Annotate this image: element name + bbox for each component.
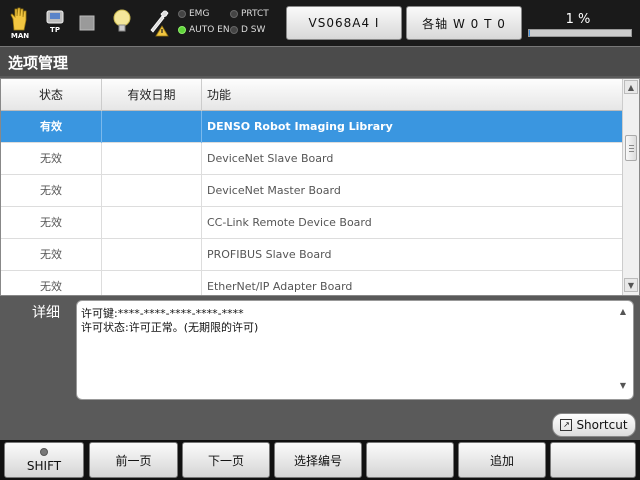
shortcut-button[interactable]: ↗ Shortcut xyxy=(552,413,636,437)
grip-line xyxy=(629,145,634,146)
stop-indicator[interactable] xyxy=(78,14,96,32)
stop-square-icon xyxy=(79,15,95,31)
table-row[interactable]: 无效 DeviceNet Master Board xyxy=(1,175,623,207)
function-cell: PROFIBUS Slave Board xyxy=(201,239,623,271)
table-header: 状态 有效日期 功能 xyxy=(1,79,623,111)
date-cell xyxy=(101,271,201,295)
options-table: 状态 有效日期 功能 有效 DENSO Robot Imaging Librar… xyxy=(0,78,640,296)
table-row[interactable]: 无效 CC-Link Remote Device Board xyxy=(1,207,623,239)
shift-label: SHIFT xyxy=(26,458,62,473)
manual-mode-indicator[interactable]: MAN xyxy=(8,6,32,40)
table-row[interactable]: 无效 EtherNet/IP Adapter Board xyxy=(1,271,623,295)
f3-select-number-button[interactable]: 选择编号 xyxy=(274,442,362,478)
lamp-dot xyxy=(178,26,186,34)
detail-label: 详细 xyxy=(32,305,60,321)
scroll-down-arrow-icon[interactable]: ▼ xyxy=(616,379,630,393)
shortcut-arrow-icon: ↗ xyxy=(560,419,573,431)
scroll-down-arrow-icon[interactable]: ▼ xyxy=(624,278,638,292)
lamp-dot xyxy=(230,26,238,34)
detail-textbox[interactable]: 许可键:****-****-****-****-**** 许可状态:许可正常。(… xyxy=(76,300,634,400)
function-cell: DeviceNet Master Board xyxy=(201,175,623,207)
function-cell: CC-Link Remote Device Board xyxy=(201,207,623,239)
function-cell: DENSO Robot Imaging Library xyxy=(201,111,623,143)
grip-line xyxy=(629,148,634,149)
license-key-line: 许可键:****-****-****-****-**** xyxy=(81,307,244,320)
lamp-indicator[interactable] xyxy=(112,8,132,36)
function-cell: EtherNet/IP Adapter Board xyxy=(201,271,623,295)
scroll-up-arrow-icon[interactable]: ▲ xyxy=(624,80,638,94)
page-title: 选项管理 xyxy=(8,54,69,72)
f6-blank-button[interactable] xyxy=(550,442,636,478)
status-cell: 无效 xyxy=(40,216,62,229)
version-button[interactable]: VS068A4 I xyxy=(286,6,402,40)
function-key-bar: SHIFT 前一页 下一页 选择编号 追加 xyxy=(0,440,640,480)
date-cell xyxy=(101,111,201,143)
status-cell: 无效 xyxy=(40,280,62,293)
speed-percent: 1 % xyxy=(565,12,591,27)
teach-pendant-indicator[interactable]: TP xyxy=(42,8,68,34)
f5-add-button[interactable]: 追加 xyxy=(458,442,546,478)
lamp-emg: EMG xyxy=(178,9,209,19)
lamp-auto-en: AUTO EN xyxy=(178,25,230,35)
date-cell xyxy=(101,143,201,175)
date-cell xyxy=(101,207,201,239)
status-bar: MAN TP EMG PRTCT AUTO EN D SW VS068A4 I … xyxy=(0,0,640,46)
status-cell: 有效 xyxy=(40,120,62,133)
shift-led-icon xyxy=(40,447,48,456)
scroll-up-arrow-icon[interactable]: ▲ xyxy=(616,305,630,319)
wrench-warning-icon xyxy=(150,10,169,37)
date-cell xyxy=(101,239,201,271)
license-status-line: 许可状态:许可正常。(无期限的许可) xyxy=(81,321,259,334)
progress-fill xyxy=(529,30,531,36)
title-bar: 选项管理 xyxy=(0,46,640,76)
column-header-date[interactable]: 有效日期 xyxy=(101,79,201,111)
column-header-function[interactable]: 功能 xyxy=(201,79,623,111)
scroll-thumb[interactable] xyxy=(625,135,637,161)
f4-blank-button[interactable] xyxy=(366,442,454,478)
lightbulb-icon xyxy=(113,9,131,32)
table-row[interactable]: 无效 PROFIBUS Slave Board xyxy=(1,239,623,271)
lamp-dot xyxy=(230,10,238,18)
status-cell: 无效 xyxy=(40,248,62,261)
status-cell: 无效 xyxy=(40,184,62,197)
detail-scrollbar[interactable]: ▲ ▼ xyxy=(616,305,630,395)
grip-line xyxy=(629,151,634,152)
table-row[interactable]: 无效 DeviceNet Slave Board xyxy=(1,143,623,175)
teach-pendant-icon xyxy=(46,10,64,24)
f2-next-page-button[interactable]: 下一页 xyxy=(182,442,270,478)
table-row[interactable]: 有效 DENSO Robot Imaging Library xyxy=(1,111,623,143)
table-scrollbar[interactable]: ▲ ▼ xyxy=(622,79,639,295)
lamp-prtct: PRTCT xyxy=(230,9,269,19)
status-cell: 无效 xyxy=(40,152,62,165)
speed-progress-bar xyxy=(528,29,632,37)
function-cell: DeviceNet Slave Board xyxy=(201,143,623,175)
column-header-status[interactable]: 状态 xyxy=(1,79,101,111)
lamp-d-sw: D SW xyxy=(230,25,265,35)
table-body: 有效 DENSO Robot Imaging Library 无效 Device… xyxy=(1,111,623,295)
lamp-dot xyxy=(178,10,186,18)
shortcut-label: Shortcut xyxy=(576,418,628,432)
man-hand-icon xyxy=(10,7,27,31)
status-lamps: EMG PRTCT AUTO EN D SW xyxy=(178,9,286,39)
f1-previous-page-button[interactable]: 前一页 xyxy=(89,442,178,478)
shift-button[interactable]: SHIFT xyxy=(4,442,84,478)
date-cell xyxy=(101,175,201,207)
axis-mode-button[interactable]: 各轴 W 0 T 0 xyxy=(406,6,522,40)
maintenance-indicator[interactable] xyxy=(146,8,172,38)
